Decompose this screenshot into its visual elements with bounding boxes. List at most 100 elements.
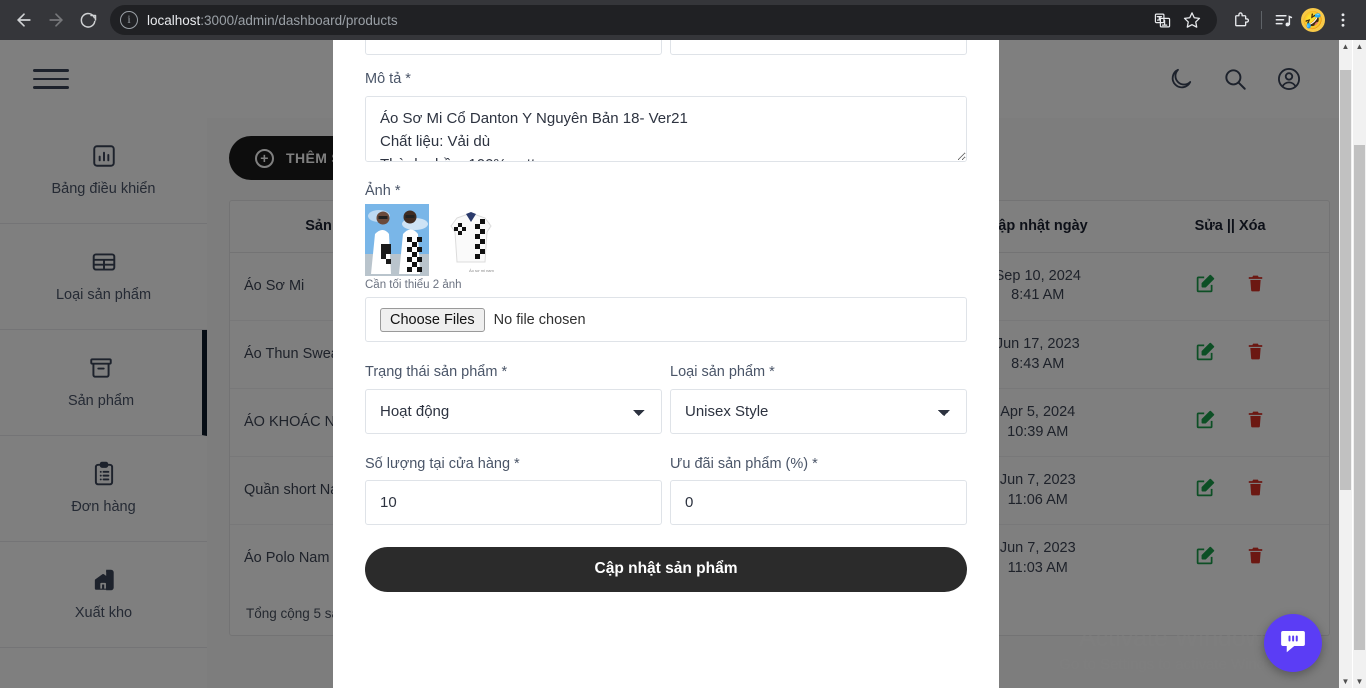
edit-product-modal: Tên sản phẩm Giá Mô tả * Áo Sơ Mi Cổ Dan… <box>333 40 999 688</box>
discount-label: Ưu đãi sản phẩm (%) * <box>670 455 818 472</box>
product-thumbnail[interactable] <box>365 204 429 277</box>
header-actions <box>1166 64 1304 94</box>
images-label: Ảnh * <box>365 182 401 199</box>
back-arrow-icon[interactable] <box>8 4 40 36</box>
status-label: Trạng thái sản phẩm * <box>365 364 508 381</box>
description-textarea[interactable]: Áo Sơ Mi Cổ Danton Y Nguyên Bản 18- Ver2… <box>365 95 967 162</box>
status-select[interactable]: Hoạt động <box>365 388 662 434</box>
account-button[interactable] <box>1274 64 1304 94</box>
quantity-label: Số lượng tại cửa hàng * <box>365 455 520 472</box>
profile-avatar-icon[interactable]: 🤣 <box>1298 5 1328 35</box>
url-host: localhost <box>147 12 201 28</box>
field-quantity: Số lượng tại cửa hàng * <box>365 456 662 525</box>
chat-bubble-icon <box>1278 626 1308 661</box>
puzzle-icon[interactable] <box>1225 5 1255 35</box>
edit-pencil-icon[interactable] <box>1195 545 1216 573</box>
field-description: Mô tả * Áo Sơ Mi Cổ Danton Y Nguyên Bản … <box>365 71 967 166</box>
edit-pencil-icon[interactable] <box>1195 477 1216 505</box>
field-product-name: Tên sản phẩm <box>365 40 662 56</box>
col-header-actions: Sửa || Xóa <box>1131 201 1329 253</box>
sidebar-item-label: Đơn hàng <box>71 499 136 516</box>
price-input[interactable] <box>670 40 967 56</box>
forward-arrow-icon[interactable] <box>40 4 72 36</box>
archive-box-icon <box>87 354 115 382</box>
dark-mode-toggle[interactable] <box>1166 64 1196 94</box>
modal-content: Tên sản phẩm Giá Mô tả * Áo Sơ Mi Cổ Dan… <box>333 40 999 592</box>
plus-circle-icon: + <box>255 148 274 168</box>
page-scrollbar-thumb[interactable] <box>1354 145 1365 650</box>
toolbar-divider <box>1261 11 1262 29</box>
url-path: :3000/admin/dashboard/products <box>200 12 398 28</box>
chart-bar-icon <box>90 142 118 170</box>
scroll-up-arrow[interactable]: ▲ <box>1339 40 1352 53</box>
name-price-row: Tên sản phẩm Giá <box>365 40 967 56</box>
field-status: Trạng thái sản phẩm * Hoạt động <box>365 364 662 434</box>
edit-pencil-icon[interactable] <box>1195 341 1216 369</box>
no-file-chosen-label: No file chosen <box>493 311 586 328</box>
scroll-up-arrow[interactable]: ▲ <box>1353 40 1366 53</box>
table-icon <box>90 248 118 276</box>
quantity-discount-row: Số lượng tại cửa hàng * Ưu đãi sản phẩm … <box>365 456 967 525</box>
reload-icon[interactable] <box>72 4 104 36</box>
star-icon[interactable] <box>1177 5 1207 35</box>
address-bar[interactable]: i localhost:3000/admin/dashboard/product… <box>110 5 1217 35</box>
product-thumbnail[interactable]: Áo sơ mi nam <box>439 204 503 277</box>
modal-scrollbar[interactable]: ▲ ▼ <box>1339 40 1352 688</box>
chat-widget-button[interactable] <box>1264 614 1322 672</box>
avatar: 🤣 <box>1301 8 1325 32</box>
scroll-down-arrow[interactable]: ▼ <box>1339 675 1352 688</box>
cell-actions <box>1131 524 1329 593</box>
search-button[interactable] <box>1220 64 1250 94</box>
hamburger-menu-icon[interactable] <box>33 64 69 94</box>
trash-icon[interactable] <box>1246 546 1265 572</box>
scroll-down-arrow[interactable]: ▼ <box>1353 675 1366 688</box>
media-list-icon[interactable] <box>1268 5 1298 35</box>
cell-actions <box>1131 456 1329 525</box>
sidebar-item-categories[interactable]: Loại sản phẩm <box>0 224 207 330</box>
trash-icon[interactable] <box>1246 410 1265 436</box>
trash-icon[interactable] <box>1246 274 1265 300</box>
field-images: Ảnh * Áo sơ mi nam Cần tối thiểu 2 ảnh C… <box>365 182 967 343</box>
category-select[interactable]: Unisex Style <box>670 388 967 434</box>
sidebar-item-label: Loại sản phẩm <box>55 287 152 304</box>
three-dot-menu-icon[interactable] <box>1328 5 1358 35</box>
field-category: Loại sản phẩm * Unisex Style <box>670 364 967 434</box>
cell-actions <box>1131 252 1329 320</box>
quantity-input[interactable] <box>365 479 662 525</box>
sidebar-item-extra[interactable] <box>0 648 207 688</box>
edit-pencil-icon[interactable] <box>1195 273 1216 301</box>
sidebar-item-label: Xuất kho <box>74 605 133 622</box>
svg-text:Áo sơ mi nam: Áo sơ mi nam <box>469 268 495 273</box>
field-discount: Ưu đãi sản phẩm (%) * <box>670 456 967 525</box>
clipboard-list-icon <box>90 460 118 488</box>
field-price: Giá <box>670 40 967 56</box>
edit-pencil-icon[interactable] <box>1195 409 1216 437</box>
app-page: Bảng điều khiển Loại sản phẩm Sản phẩm Đ… <box>0 40 1352 688</box>
site-info-icon[interactable]: i <box>120 11 138 29</box>
cell-actions <box>1131 388 1329 457</box>
export-warehouse-icon <box>90 566 118 594</box>
sidebar: Bảng điều khiển Loại sản phẩm Sản phẩm Đ… <box>0 118 207 688</box>
discount-input[interactable] <box>670 479 967 525</box>
cell-actions <box>1131 319 1329 389</box>
page-scrollbar[interactable]: ▲ ▼ <box>1353 40 1366 688</box>
sidebar-item-label: Sản phẩm <box>67 393 135 410</box>
sidebar-item-products[interactable]: Sản phẩm <box>0 330 207 436</box>
file-input[interactable]: Choose Files No file chosen <box>365 297 967 343</box>
sidebar-item-orders[interactable]: Đơn hàng <box>0 436 207 542</box>
sidebar-item-dashboard[interactable]: Bảng điều khiển <box>0 118 207 224</box>
images-hint: Cần tối thiểu 2 ảnh <box>365 279 462 292</box>
modal-scrollbar-thumb[interactable] <box>1340 70 1351 490</box>
update-product-button[interactable]: Cập nhật sản phẩm <box>365 546 967 592</box>
sidebar-item-label: Bảng điều khiển <box>51 181 156 198</box>
browser-toolbar: i localhost:3000/admin/dashboard/product… <box>0 0 1366 40</box>
product-name-input[interactable] <box>365 40 662 56</box>
address-bar-url: localhost:3000/admin/dashboard/products <box>147 13 398 28</box>
category-label: Loại sản phẩm * <box>670 364 775 381</box>
trash-icon[interactable] <box>1246 342 1265 368</box>
translate-icon[interactable] <box>1147 5 1177 35</box>
sidebar-item-warehouse[interactable]: Xuất kho <box>0 542 207 648</box>
choose-files-button[interactable]: Choose Files <box>380 307 485 332</box>
trash-icon[interactable] <box>1246 478 1265 504</box>
description-label: Mô tả * <box>365 71 411 88</box>
